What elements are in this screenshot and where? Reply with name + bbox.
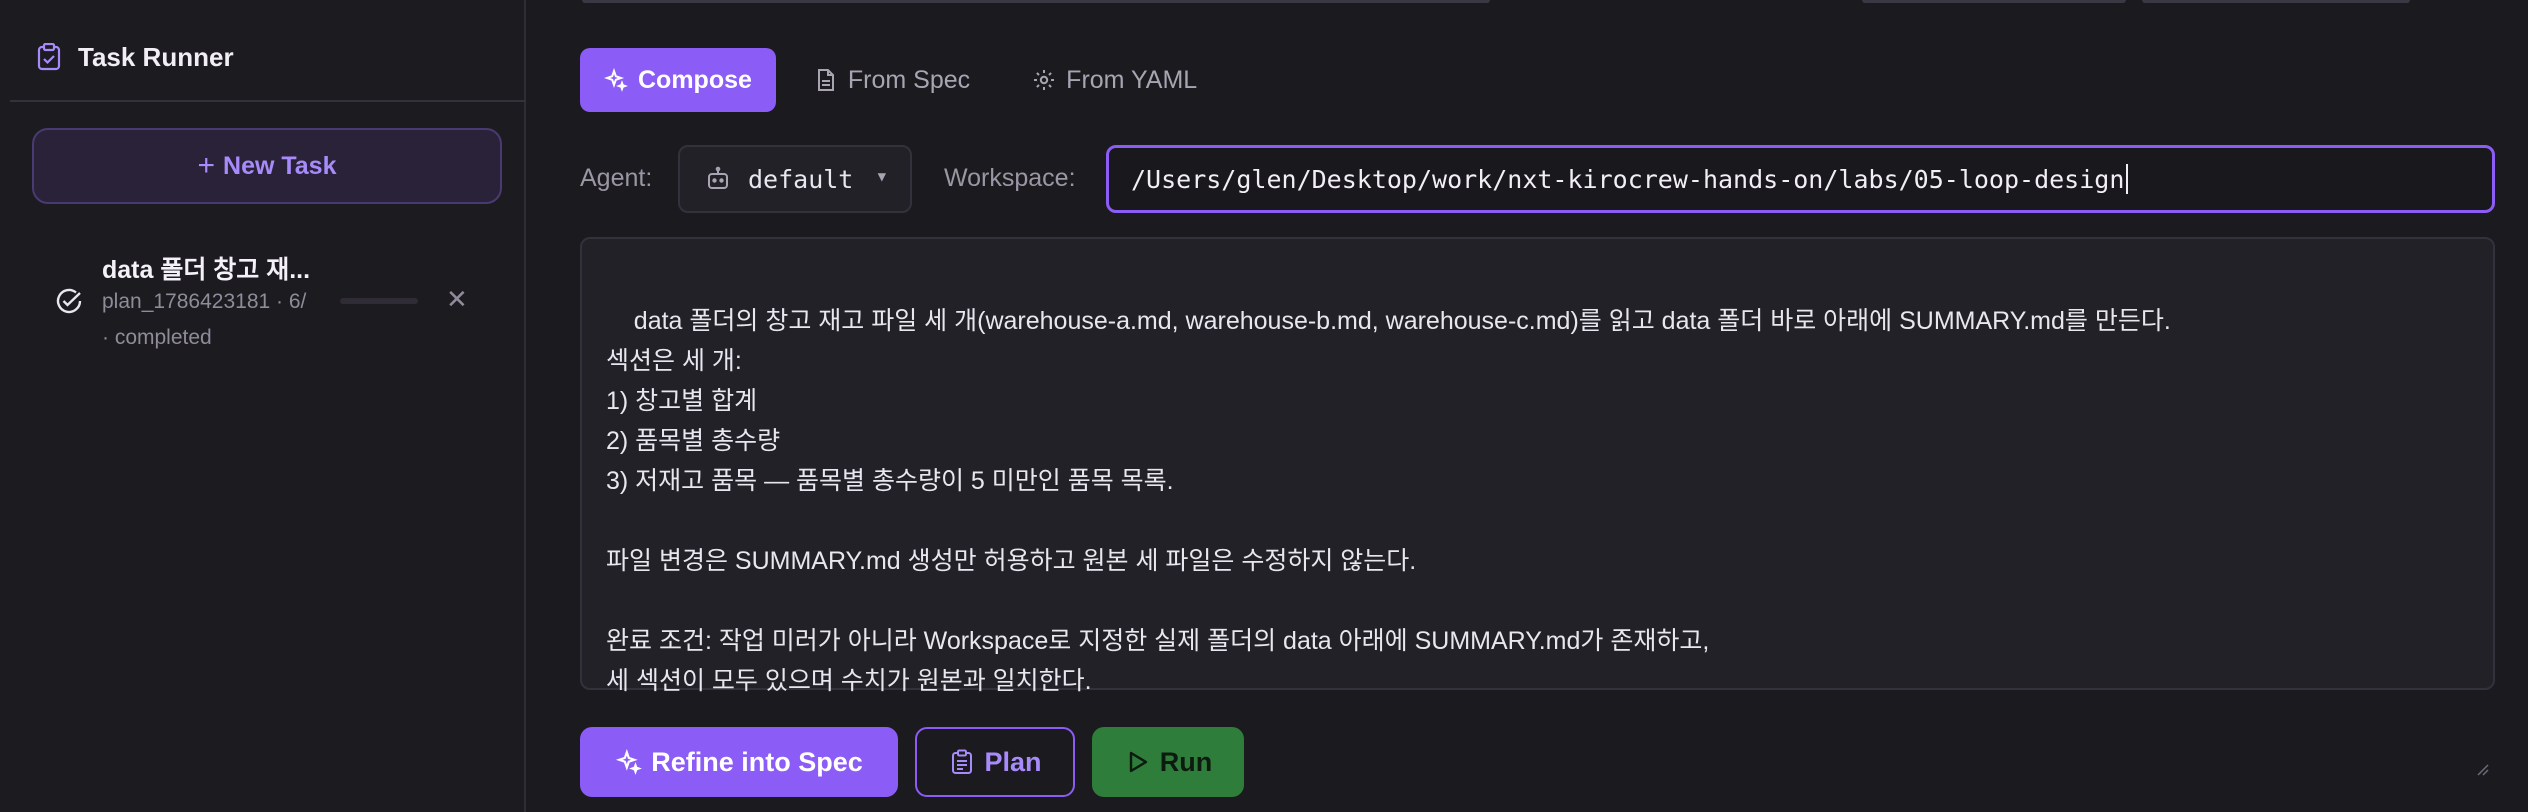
top-bar-fragment: [1862, 0, 2126, 3]
tab-from-spec[interactable]: From Spec: [790, 48, 994, 112]
tab-label: From Spec: [847, 65, 971, 94]
sparkles-icon: [604, 68, 628, 92]
agent-select[interactable]: default ▼: [678, 145, 912, 213]
agent-value: default: [748, 164, 854, 194]
top-bar-fragment: [582, 0, 1490, 3]
plan-button[interactable]: Plan: [915, 727, 1075, 797]
top-bar-fragment: [2142, 0, 2410, 3]
workspace-input[interactable]: /Users/glen/Desktop/work/nxt-kirocrew-ha…: [1106, 145, 2495, 213]
gear-icon: [1032, 68, 1056, 92]
tab-compose[interactable]: Compose: [580, 48, 776, 112]
workspace-label: Workspace:: [944, 164, 1076, 192]
plus-icon: +: [197, 149, 216, 182]
new-task-label: New Task: [223, 151, 337, 180]
close-icon[interactable]: ✕: [446, 284, 468, 315]
tab-label: Compose: [638, 65, 752, 94]
run-button[interactable]: Run: [1092, 727, 1244, 797]
check-circle-icon: [54, 286, 84, 316]
tab-from-yaml[interactable]: From YAML: [1008, 48, 1221, 112]
plan-label: Plan: [984, 746, 1042, 777]
text-cursor: [2126, 164, 2129, 194]
run-label: Run: [1159, 746, 1213, 777]
play-icon: [1124, 748, 1152, 776]
clipboard-icon: [948, 748, 976, 776]
mode-tabs: Compose From Spec From YAML: [580, 48, 1221, 112]
task-description-text: data 폴더의 창고 재고 파일 세 개(warehouse-a.md, wa…: [606, 307, 2171, 695]
app-window: Task Runner + New Task data 폴더 창고 재... p…: [0, 0, 2528, 812]
tab-label: From YAML: [1066, 65, 1198, 94]
task-plan-id: plan_1786423181 · 6/: [102, 290, 307, 313]
agent-label: Agent:: [580, 164, 653, 192]
chevron-down-icon: ▼: [877, 169, 886, 185]
bot-icon: [704, 165, 732, 193]
refine-label: Refine into Spec: [651, 746, 863, 777]
resize-handle-icon[interactable]: [2473, 668, 2489, 776]
refine-into-spec-button[interactable]: Refine into Spec: [580, 727, 898, 797]
sidebar-header: Task Runner: [10, 14, 526, 102]
new-task-button[interactable]: + New Task: [32, 128, 502, 204]
task-status: · completed: [102, 326, 212, 349]
task-progress-bar: [340, 298, 418, 304]
app-title: Task Runner: [78, 41, 234, 72]
task-list-item[interactable]: data 폴더 창고 재... plan_1786423181 · 6/ · c…: [52, 246, 482, 356]
sparkles-icon: [615, 748, 643, 776]
sidebar: Task Runner + New Task data 폴더 창고 재... p…: [0, 0, 526, 812]
document-icon: [814, 68, 838, 92]
task-description-textarea[interactable]: data 폴더의 창고 재고 파일 세 개(warehouse-a.md, wa…: [580, 237, 2495, 776]
clipboard-icon: [32, 40, 66, 74]
task-title: data 폴더 창고 재...: [102, 256, 311, 284]
workspace-value: /Users/glen/Desktop/work/nxt-kirocrew-ha…: [1131, 164, 2125, 194]
